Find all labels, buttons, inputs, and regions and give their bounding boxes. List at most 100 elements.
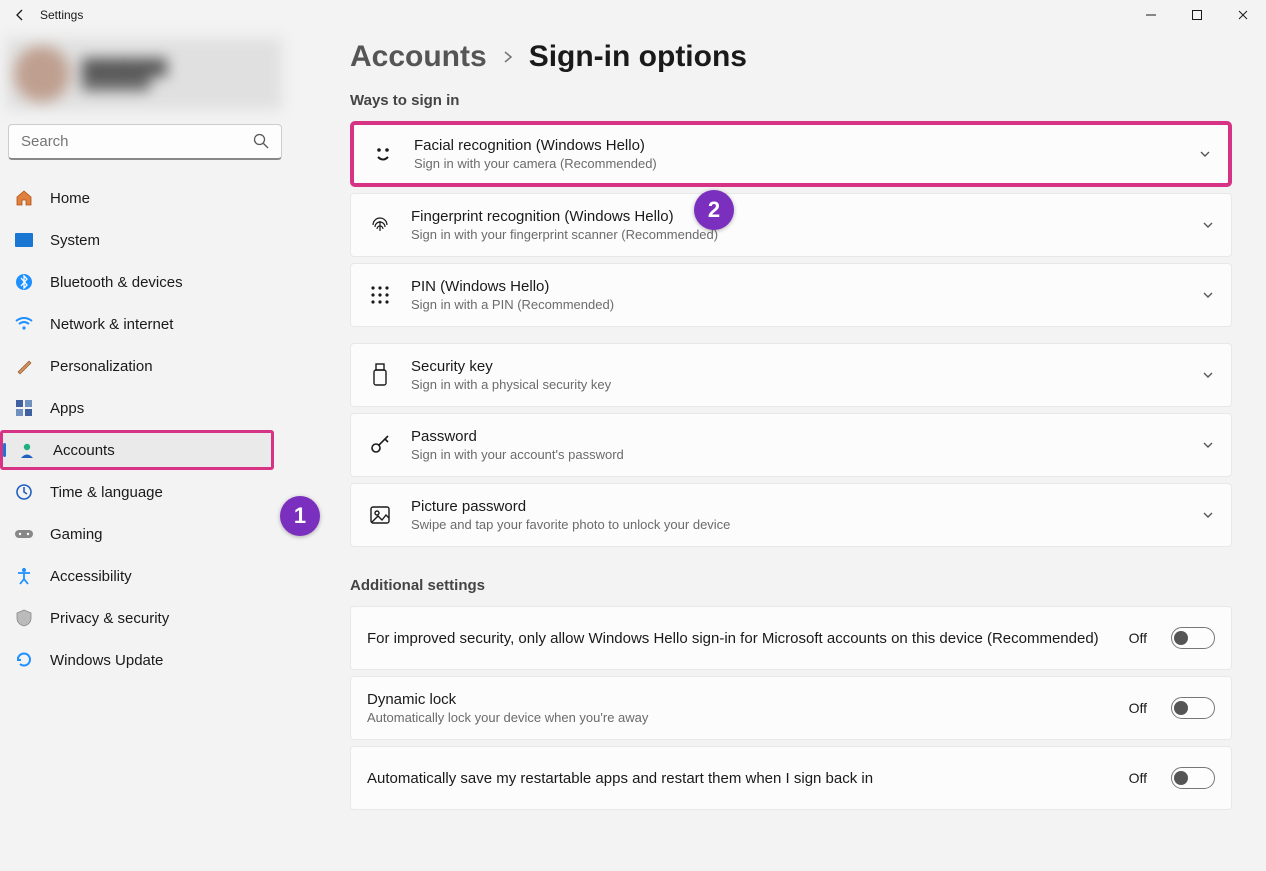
chevron-down-icon	[1201, 288, 1215, 302]
annotation-callout-2: 2	[694, 190, 734, 230]
signin-card-picture[interactable]: Picture password Swipe and tap your favo…	[350, 483, 1232, 547]
usb-key-icon	[367, 362, 393, 388]
sidebar-item-label: Apps	[50, 400, 84, 417]
sidebar-item-label: Accounts	[53, 442, 115, 459]
close-button[interactable]	[1220, 0, 1266, 30]
signin-card-facial[interactable]: Facial recognition (Windows Hello) Sign …	[350, 121, 1232, 187]
annotation-callout-1: 1	[280, 496, 320, 536]
chevron-right-icon	[501, 50, 515, 64]
card-title: Security key	[411, 358, 1183, 375]
toggle-state: Off	[1129, 700, 1147, 716]
sidebar-item-update[interactable]: Windows Update	[0, 640, 290, 680]
setting-title: Automatically save my restartable apps a…	[367, 770, 1111, 787]
sidebar-item-label: Bluetooth & devices	[50, 274, 183, 291]
back-button[interactable]	[8, 3, 32, 27]
sidebar-item-label: Network & internet	[50, 316, 173, 333]
sidebar-item-accounts[interactable]: Accounts	[0, 430, 274, 470]
wifi-icon	[14, 314, 34, 334]
sidebar-item-time-language[interactable]: Time & language	[0, 472, 290, 512]
minimize-button[interactable]	[1128, 0, 1174, 30]
titlebar: Settings	[0, 0, 1266, 30]
setting-title: Dynamic lock	[367, 691, 1111, 708]
face-icon	[370, 141, 396, 167]
sidebar-item-label: System	[50, 232, 100, 249]
brush-icon	[14, 356, 34, 376]
section-title-additional: Additional settings	[350, 577, 1232, 594]
avatar	[14, 46, 70, 102]
setting-title: For improved security, only allow Window…	[367, 630, 1111, 647]
toggle-state: Off	[1129, 630, 1147, 646]
keypad-icon	[367, 282, 393, 308]
bluetooth-icon	[14, 272, 34, 292]
breadcrumb-parent[interactable]: Accounts	[350, 40, 487, 74]
update-icon	[14, 650, 34, 670]
toggle-switch[interactable]	[1171, 767, 1215, 789]
signin-card-password[interactable]: Password Sign in with your account's pas…	[350, 413, 1232, 477]
section-title-ways: Ways to sign in	[350, 92, 1232, 109]
system-icon	[14, 230, 34, 250]
card-title: Picture password	[411, 498, 1183, 515]
apps-icon	[14, 398, 34, 418]
sidebar-item-accessibility[interactable]: Accessibility	[0, 556, 290, 596]
sidebar-item-gaming[interactable]: Gaming	[0, 514, 290, 554]
sidebar-item-system[interactable]: System	[0, 220, 290, 260]
accessibility-icon	[14, 566, 34, 586]
setting-restart-apps: Automatically save my restartable apps a…	[350, 746, 1232, 810]
card-title: PIN (Windows Hello)	[411, 278, 1183, 295]
sidebar-item-label: Gaming	[50, 526, 103, 543]
card-desc: Sign in with a PIN (Recommended)	[411, 297, 1183, 312]
search-input[interactable]	[8, 124, 282, 160]
globe-clock-icon	[14, 482, 34, 502]
toggle-switch[interactable]	[1171, 627, 1215, 649]
sidebar-item-apps[interactable]: Apps	[0, 388, 290, 428]
card-desc: Sign in with your account's password	[411, 447, 1183, 462]
card-desc: Swipe and tap your favorite photo to unl…	[411, 517, 1183, 532]
search-icon	[252, 132, 272, 152]
sidebar-item-bluetooth[interactable]: Bluetooth & devices	[0, 262, 290, 302]
breadcrumb: Accounts Sign-in options	[350, 40, 1232, 74]
card-title: Fingerprint recognition (Windows Hello)	[411, 208, 1183, 225]
card-title: Password	[411, 428, 1183, 445]
card-desc: Sign in with your camera (Recommended)	[414, 156, 1180, 171]
page-title: Sign-in options	[529, 40, 747, 74]
sidebar-item-privacy[interactable]: Privacy & security	[0, 598, 290, 638]
signin-card-pin[interactable]: PIN (Windows Hello) Sign in with a PIN (…	[350, 263, 1232, 327]
card-title: Facial recognition (Windows Hello)	[414, 137, 1180, 154]
sidebar-item-home[interactable]: Home	[0, 178, 290, 218]
signin-card-fingerprint[interactable]: Fingerprint recognition (Windows Hello) …	[350, 193, 1232, 257]
toggle-state: Off	[1129, 770, 1147, 786]
sidebar-item-label: Privacy & security	[50, 610, 169, 627]
setting-dynamic-lock: Dynamic lock Automatically lock your dev…	[350, 676, 1232, 740]
card-desc: Sign in with your fingerprint scanner (R…	[411, 227, 1183, 242]
sidebar-item-label: Time & language	[50, 484, 163, 501]
sidebar-item-label: Home	[50, 190, 90, 207]
signin-card-securitykey[interactable]: Security key Sign in with a physical sec…	[350, 343, 1232, 407]
fingerprint-icon	[367, 212, 393, 238]
chevron-down-icon	[1201, 218, 1215, 232]
nav-list: Home System Bluetooth & devices Network …	[0, 178, 290, 680]
chevron-down-icon	[1201, 508, 1215, 522]
shield-icon	[14, 608, 34, 628]
toggle-switch[interactable]	[1171, 697, 1215, 719]
maximize-button[interactable]	[1174, 0, 1220, 30]
home-icon	[14, 188, 34, 208]
person-icon	[17, 440, 37, 460]
key-icon	[367, 432, 393, 458]
search-box[interactable]	[8, 124, 282, 160]
setting-desc: Automatically lock your device when you'…	[367, 710, 1111, 725]
sidebar-item-network[interactable]: Network & internet	[0, 304, 290, 344]
picture-icon	[367, 502, 393, 528]
chevron-down-icon	[1201, 438, 1215, 452]
main-content: Accounts Sign-in options Ways to sign in…	[290, 30, 1266, 871]
card-desc: Sign in with a physical security key	[411, 377, 1183, 392]
sidebar-item-personalization[interactable]: Personalization	[0, 346, 290, 386]
sidebar-item-label: Accessibility	[50, 568, 132, 585]
user-profile-card[interactable]: ████████ ████████	[6, 38, 282, 110]
window-title: Settings	[40, 8, 83, 22]
setting-hello-only: For improved security, only allow Window…	[350, 606, 1232, 670]
chevron-down-icon	[1201, 368, 1215, 382]
sidebar-item-label: Windows Update	[50, 652, 163, 669]
sidebar-item-label: Personalization	[50, 358, 153, 375]
sidebar: ████████ ████████ Home System Bluetooth …	[0, 30, 290, 871]
gamepad-icon	[14, 524, 34, 544]
